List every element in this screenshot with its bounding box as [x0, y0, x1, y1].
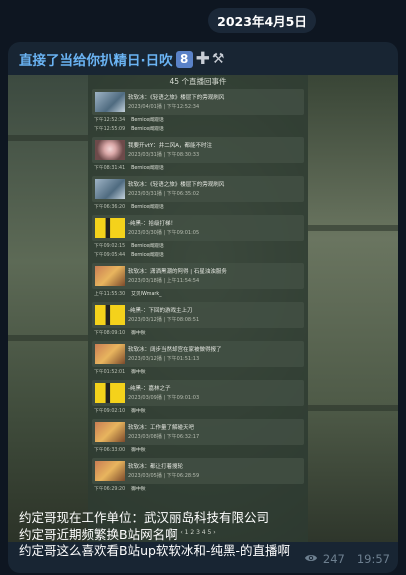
- live-card: 软软冰：都让打着搜轮 2023/03/05播 | 下午06:28:59: [92, 458, 304, 484]
- card-title: 软软冰：阔步当然却宫在家被做得报了: [128, 347, 222, 353]
- viewer-name: Bernice闻观话: [131, 205, 164, 210]
- card-date: 2023/03/09播 | 下午09:01:03: [128, 395, 200, 401]
- background-left: [8, 75, 88, 542]
- viewer-row: 下午12:52:34 Bernice闻观话: [92, 117, 306, 125]
- stream-thumbnail: [95, 266, 125, 286]
- viewer-row: 下午06:29:20 御中秋: [92, 486, 306, 494]
- card-title: -纯黑-：下回的游戏主上刀: [128, 308, 193, 314]
- viewer-name: 艾贝lWmark_: [131, 292, 162, 297]
- viewer-name: Bernice闻观话: [131, 244, 164, 249]
- title-text: 直接了当给你扒精日·日吹: [19, 53, 173, 69]
- stream-thumbnail: [95, 422, 125, 442]
- stream-thumbnail: [95, 140, 125, 160]
- card-date: 2023/03/30播 | 下午09:01:05: [128, 230, 200, 236]
- background-beam: [8, 335, 88, 341]
- live-card: 软软冰：《轻语之旅》楼层下的旁观刷风 2023/03/31播 | 下午06:35…: [92, 176, 304, 202]
- viewer-row: 下午09:05:44 Bernice闻观话: [92, 252, 306, 260]
- stream-thumbnail: [95, 344, 125, 364]
- viewer-time: 下午08:31:41: [94, 166, 126, 171]
- live-card: 我要开vtY：并二风A，都能不时注 2023/03/31播 | 下午08:30:…: [92, 137, 304, 163]
- viewer-name: Bernice闻观话: [131, 127, 164, 132]
- stream-thumbnail: [95, 218, 125, 238]
- card-date: 2023/03/31播 | 下午08:30:33: [128, 152, 200, 158]
- card-title: -纯黑-：拾级打梯！: [128, 221, 176, 227]
- viewer-name: Bernice闻观话: [131, 253, 164, 258]
- eye-icon: [304, 552, 318, 566]
- viewer-time: 下午06:33:00: [94, 448, 126, 453]
- card-date: 2023/03/18播 | 上午11:54:54: [128, 278, 200, 284]
- viewer-row: 下午12:55:09 Bernice闻观话: [92, 126, 306, 134]
- viewer-time: 下午12:52:34: [94, 118, 126, 123]
- date-separator: 2023年4月5日: [208, 8, 316, 33]
- viewer-row: 下午08:09:10 御中秋: [92, 330, 306, 338]
- stream-thumbnail: [95, 92, 125, 112]
- caption-line: 约定哥现在工作单位：武汉丽岛科技有限公司: [19, 510, 270, 525]
- live-card: -纯黑-：拾级打梯！ 2023/03/30播 | 下午09:01:05: [92, 215, 304, 241]
- viewer-row: 下午01:52:01 御中秋: [92, 369, 306, 377]
- viewer-name: 御中秋: [131, 370, 146, 375]
- viewer-time: 下午12:55:09: [94, 127, 126, 132]
- message-title[interactable]: 直接了当给你扒精日·日吹 8 ✚ ⚒: [19, 47, 224, 71]
- viewer-row: 上午11:55:30 艾贝lWmark_: [92, 291, 306, 299]
- viewer-time: 下午06:29:20: [94, 487, 126, 492]
- background-beam: [308, 225, 398, 231]
- live-card: 软软冰：《轻语之旅》楼层下的旁观刷风 2023/04/01播 | 下午12:52…: [92, 89, 304, 115]
- viewer-row: 下午09:02:10 御中秋: [92, 408, 306, 416]
- message-meta: 247 19:57: [304, 551, 390, 567]
- card-title: 软软冰：潇洒黑潮的阿得 | 石星浊浊服务: [128, 269, 227, 275]
- viewer-time: 下午08:09:10: [94, 331, 126, 336]
- card-title: 软软冰：《轻语之旅》楼层下的旁观刷风: [128, 95, 225, 101]
- card-date: 2023/03/08播 | 下午06:32:17: [128, 434, 200, 440]
- card-date: 2023/03/12播 | 下午01:51:13: [128, 356, 200, 362]
- live-card: 软软冰：潇洒黑潮的阿得 | 石星浊浊服务 2023/03/18播 | 上午11:…: [92, 263, 304, 289]
- viewer-time: 上午11:55:30: [94, 292, 126, 297]
- card-title: -纯黑-：嘉林之子: [128, 386, 171, 392]
- viewer-row: 下午06:33:00 御中秋: [92, 447, 306, 455]
- viewer-time: 下午09:05:44: [94, 253, 126, 258]
- stream-thumbnail: [95, 305, 125, 325]
- viewer-time: 下午09:02:10: [94, 409, 126, 414]
- card-title: 我要开vtY：并二风A，都能不时注: [128, 143, 213, 149]
- view-count: 247: [322, 552, 345, 566]
- message-time: 19:57: [356, 552, 390, 566]
- viewer-name: Bernice闻观话: [131, 166, 164, 171]
- stream-thumbnail: [95, 461, 125, 481]
- attached-screenshot[interactable]: 45 个直播回事件 软软冰：《轻语之旅》楼层下的旁观刷风 2023/04/01播…: [8, 75, 398, 542]
- live-card: -纯黑-：嘉林之子 2023/03/09播 | 下午09:01:03: [92, 380, 304, 406]
- card-date: 2023/03/05播 | 下午06:28:59: [128, 473, 200, 479]
- title-number-badge: 8: [175, 50, 193, 68]
- background-right: [308, 75, 398, 542]
- viewer-row: 下午06:36:20 Bernice闻观话: [92, 204, 306, 212]
- card-title: 软软冰：工作量了解碰天吧: [128, 425, 195, 431]
- viewer-name: 御中秋: [131, 487, 146, 492]
- background-beam: [308, 405, 398, 411]
- card-date: 2023/03/31播 | 下午06:35:02: [128, 191, 200, 197]
- viewer-row: 下午09:02:15 Bernice闻观话: [92, 243, 306, 251]
- panel-header: 45 个直播回事件: [169, 77, 227, 86]
- plus-icon: ✚: [195, 49, 210, 69]
- hammer-pick-icon: ⚒: [211, 51, 225, 67]
- viewer-name: 御中秋: [131, 409, 146, 414]
- stream-thumbnail: [95, 179, 125, 199]
- viewer-time: 下午06:36:20: [94, 205, 126, 210]
- viewer-name: 御中秋: [131, 448, 146, 453]
- card-title: 软软冰：《轻语之旅》楼层下的旁观刷风: [128, 182, 225, 188]
- card-date: 2023/04/01播 | 下午12:52:34: [128, 104, 200, 110]
- viewer-time: 下午01:52:01: [94, 370, 126, 375]
- viewer-name: Bernice闻观话: [131, 118, 164, 123]
- live-card: 软软冰：阔步当然却宫在家被做得报了 2023/03/12播 | 下午01:51:…: [92, 341, 304, 367]
- viewer-name: 御中秋: [131, 331, 146, 336]
- viewer-row: 下午08:31:41 Bernice闻观话: [92, 165, 306, 173]
- background-beam: [8, 135, 88, 141]
- viewer-time: 下午09:02:15: [94, 244, 126, 249]
- live-card: -纯黑-：下回的游戏主上刀 2023/03/12播 | 下午08:08:51: [92, 302, 304, 328]
- live-card: 软软冰：工作量了解碰天吧 2023/03/08播 | 下午06:32:17: [92, 419, 304, 445]
- live-history-panel: 45 个直播回事件 软软冰：《轻语之旅》楼层下的旁观刷风 2023/04/01播…: [88, 75, 308, 542]
- card-date: 2023/03/12播 | 下午08:08:51: [128, 317, 200, 323]
- caption-line: 约定哥近期频繁换B站网名啊: [19, 526, 178, 542]
- message-bubble[interactable]: 直接了当给你扒精日·日吹 8 ✚ ⚒ 45 个直播回事件 软软冰：《轻语之旅》楼…: [8, 42, 398, 573]
- card-title: 软软冰：都让打着搜轮: [128, 464, 184, 470]
- stream-thumbnail: [95, 383, 125, 403]
